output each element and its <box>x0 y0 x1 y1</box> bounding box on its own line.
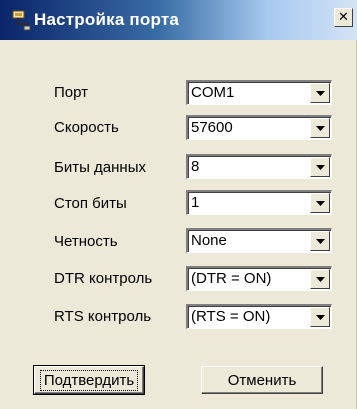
cancel-button[interactable]: Отменить <box>201 366 323 394</box>
confirm-button-label: Подтвердить <box>39 369 139 391</box>
port-settings-dialog: Настройка порта ✕ Порт COM1 Скорость 576… <box>0 0 357 409</box>
chevron-down-icon <box>316 165 325 170</box>
stop-bits-dropdown-button[interactable] <box>310 193 330 213</box>
port-select[interactable]: COM1 <box>186 80 332 105</box>
stop-bits-label: Стоп биты <box>54 195 127 212</box>
chevron-down-icon <box>316 277 325 282</box>
chevron-down-icon <box>316 315 325 320</box>
dtr-control-dropdown-button[interactable] <box>310 269 330 289</box>
cancel-button-label: Отменить <box>227 371 297 389</box>
chevron-down-icon <box>316 91 325 96</box>
speed-label: Скорость <box>54 119 119 136</box>
data-bits-select[interactable]: 8 <box>186 154 332 179</box>
close-icon: ✕ <box>338 10 349 25</box>
parity-dropdown-button[interactable] <box>310 231 330 251</box>
dtr-control-label: DTR контроль <box>54 270 153 287</box>
data-bits-value: 8 <box>191 158 200 175</box>
parity-select[interactable]: None <box>186 228 332 253</box>
chevron-down-icon <box>316 239 325 244</box>
data-bits-label: Биты данных <box>54 159 146 176</box>
title-bar[interactable]: Настройка порта ✕ <box>0 0 357 40</box>
port-value: COM1 <box>191 84 235 101</box>
close-button[interactable]: ✕ <box>334 8 353 27</box>
dtr-control-select[interactable]: (DTR = ON) <box>186 266 332 291</box>
speed-dropdown-button[interactable] <box>310 118 330 138</box>
parity-label: Четность <box>54 233 118 250</box>
stop-bits-value: 1 <box>191 194 200 211</box>
dtr-control-value: (DTR = ON) <box>191 270 272 287</box>
chevron-down-icon <box>316 201 325 206</box>
rts-control-value: (RTS = ON) <box>191 308 271 325</box>
confirm-button[interactable]: Подтвердить <box>33 365 145 395</box>
port-label: Порт <box>54 84 89 101</box>
window-title: Настройка порта <box>34 10 180 29</box>
port-dropdown-button[interactable] <box>310 83 330 103</box>
chevron-down-icon <box>316 126 325 131</box>
parity-value: None <box>191 232 227 249</box>
speed-value: 57600 <box>191 119 233 136</box>
rts-control-label: RTS контроль <box>54 308 152 325</box>
data-bits-dropdown-button[interactable] <box>310 157 330 177</box>
rts-control-dropdown-button[interactable] <box>310 307 330 327</box>
stop-bits-select[interactable]: 1 <box>186 190 332 215</box>
port-settings-icon <box>10 9 32 31</box>
rts-control-select[interactable]: (RTS = ON) <box>186 304 332 329</box>
speed-select[interactable]: 57600 <box>186 115 332 140</box>
